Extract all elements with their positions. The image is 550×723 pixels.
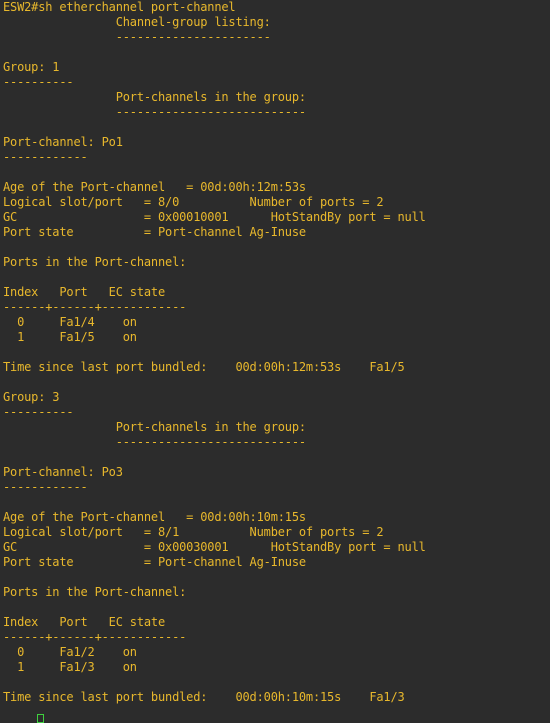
terminal-line: GC = 0x00030001 HotStandBy port = null [3,540,426,554]
terminal-line: 1 Fa1/3 on [3,660,137,674]
terminal-line: Channel-group listing: [3,15,271,29]
terminal-line: Group: 1 [3,60,60,74]
terminal-window[interactable]: ESW2#sh etherchannel port-channel Channe… [0,0,550,723]
terminal-line: Port state = Port-channel Ag-Inuse [3,555,306,569]
terminal-line: ---------- [3,75,74,89]
terminal-line: Port state = Port-channel Ag-Inuse [3,225,306,239]
terminal-line: --------------------------- [3,105,306,119]
terminal-line: Time since last port bundled: 00d:00h:12… [3,360,405,374]
terminal-line: Ports in the Port-channel: [3,255,187,269]
terminal-line: Time since last port bundled: 00d:00h:10… [3,690,405,704]
terminal-line: Port-channels in the group: [3,420,306,434]
terminal-line: --------------------------- [3,435,306,449]
terminal-line: ------------ [3,150,88,164]
terminal-line: Port-channel: Po1 [3,135,123,149]
terminal-line: Index Port EC state [3,285,166,299]
terminal-line: Logical slot/port = 8/1 Number of ports … [3,525,384,539]
terminal-line-command: ESW2#sh etherchannel port-channel [3,0,236,14]
terminal-line: 1 Fa1/5 on [3,330,137,344]
terminal-line: ---------- [3,405,74,419]
terminal-line: Port-channels in the group: [3,90,306,104]
terminal-line: Group: 3 [3,390,60,404]
terminal-line: ------+------+------------ [3,630,187,644]
terminal-line: 0 Fa1/2 on [3,645,137,659]
terminal-line: ------+------+------------ [3,300,187,314]
terminal-cursor [37,714,44,723]
terminal-line: Age of the Port-channel = 00d:00h:12m:53… [3,180,306,194]
terminal-line-prompt [3,705,548,720]
terminal-line: ------------ [3,480,88,494]
terminal-line: ---------------------- [3,30,271,44]
terminal-line: Ports in the Port-channel: [3,585,187,599]
terminal-line: Logical slot/port = 8/0 Number of ports … [3,195,384,209]
terminal-line: Index Port EC state [3,615,166,629]
terminal-output: ESW2#sh etherchannel port-channel Channe… [3,0,548,720]
terminal-line: Port-channel: Po3 [3,465,123,479]
terminal-line: GC = 0x00010001 HotStandBy port = null [3,210,426,224]
terminal-line: Age of the Port-channel = 00d:00h:10m:15… [3,510,306,524]
terminal-line: 0 Fa1/4 on [3,315,137,329]
